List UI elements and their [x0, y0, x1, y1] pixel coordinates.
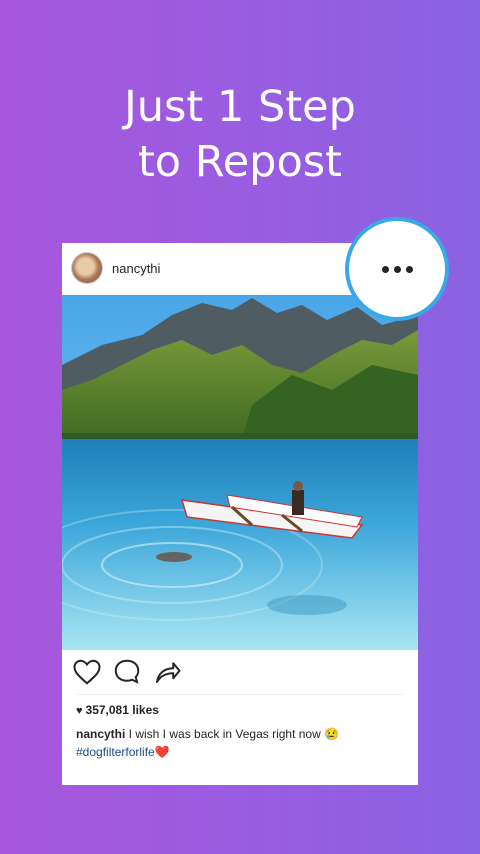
headline-line-2: to Repost: [137, 137, 343, 187]
post-actions: [72, 657, 412, 689]
post-photo[interactable]: [62, 295, 418, 650]
share-icon[interactable]: [152, 657, 182, 687]
caption-hashtag[interactable]: #dogfilterforlife: [76, 745, 155, 759]
headline: Just 1 Step to Repost: [0, 80, 480, 190]
heart-icon[interactable]: [72, 657, 102, 687]
more-options-button[interactable]: [345, 217, 449, 321]
caption-username[interactable]: nancythi: [76, 727, 125, 741]
avatar[interactable]: [72, 253, 102, 283]
actions-divider: [76, 694, 404, 695]
more-options-icon: [381, 265, 413, 273]
comment-icon[interactable]: [112, 657, 142, 687]
instagram-post-card: nancythi ♥ 357,081 likes nancythi I wish…: [62, 243, 418, 785]
post-username[interactable]: nancythi: [112, 261, 160, 276]
headline-line-1: Just 1 Step: [124, 82, 356, 132]
likes-text: 357,081 likes: [85, 703, 159, 717]
likes-count[interactable]: ♥ 357,081 likes: [76, 703, 159, 717]
small-heart-icon: ♥: [76, 705, 83, 717]
post-caption: nancythi I wish I was back in Vegas righ…: [76, 725, 406, 761]
faded-line: [76, 767, 396, 777]
caption-text: I wish I was back in Vegas right now 😢: [125, 727, 340, 741]
lagoon-photo: [62, 295, 418, 650]
hashtag-emoji: ❤️: [154, 745, 170, 759]
faded-comments: [76, 767, 396, 777]
